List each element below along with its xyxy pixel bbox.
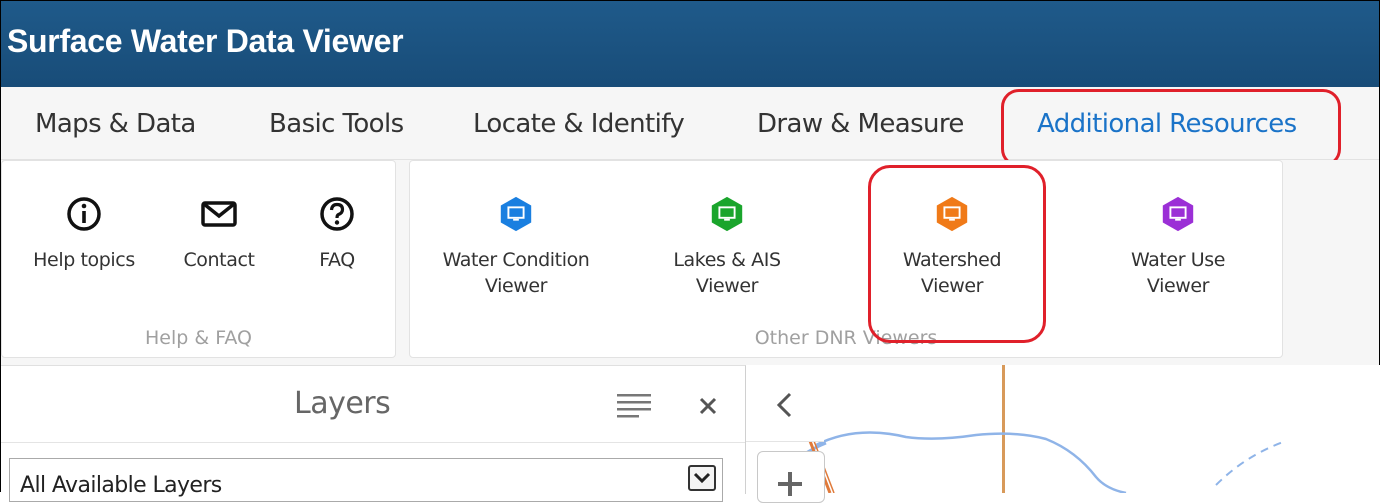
tab-additional-resources[interactable]: Additional Resources — [1037, 109, 1297, 139]
ribbon-tabs: Maps & Data Basic Tools Locate & Identif… — [1, 87, 1379, 160]
viewer-label-line1: Lakes & AIS — [673, 249, 781, 271]
layers-panel: Layers All Available Layers — [1, 365, 746, 502]
group-caption-viewers: Other DNR Viewers — [754, 327, 938, 349]
viewer-label-line1: Water Condition — [442, 249, 590, 271]
monitor-icon — [1162, 196, 1194, 232]
help-topics-label: Help topics — [33, 249, 135, 271]
layer-select[interactable]: All Available Layers — [9, 458, 723, 502]
divider — [1, 442, 745, 443]
tab-basic-tools[interactable]: Basic Tools — [269, 109, 404, 139]
viewer-label-line2: Viewer — [484, 275, 548, 297]
chevron-down-icon — [693, 472, 711, 484]
group-help-faq: Help topics Contact FAQ Help & FAQ — [1, 160, 396, 358]
select-arrow-button[interactable] — [688, 465, 716, 491]
tab-maps-data[interactable]: Maps & Data — [35, 109, 196, 139]
menu-icon[interactable] — [617, 394, 651, 418]
layers-title: Layers — [294, 386, 391, 421]
plus-icon — [778, 472, 802, 496]
ribbon-panel: Help topics Contact FAQ Help & FAQ Water… — [1, 160, 1379, 365]
contact-button[interactable]: Contact — [174, 195, 264, 273]
info-icon — [67, 197, 101, 231]
app-title: Surface Water Data Viewer — [7, 23, 404, 59]
map-canvas — [805, 365, 1287, 495]
question-icon — [320, 197, 354, 231]
viewer-label-line1: Water Use — [1130, 249, 1226, 271]
tab-draw-measure[interactable]: Draw & Measure — [757, 109, 964, 139]
close-icon[interactable] — [698, 396, 718, 416]
map-view[interactable] — [746, 365, 1380, 495]
app-header: Surface Water Data Viewer — [1, 1, 1379, 88]
monitor-icon — [500, 196, 532, 232]
tab-locate-identify[interactable]: Locate & Identify — [473, 109, 685, 139]
help-topics-button[interactable]: Help topics — [24, 195, 144, 273]
monitor-icon — [711, 196, 743, 232]
chevron-left-icon — [776, 392, 792, 418]
contact-label: Contact — [183, 249, 255, 271]
viewer-label-line1: Watershed — [902, 249, 1002, 271]
viewer-label-line2: Viewer — [1146, 275, 1210, 297]
lakes-ais-viewer-button[interactable]: Lakes & AIS Viewer — [642, 195, 812, 299]
viewer-label-line2: Viewer — [695, 275, 759, 297]
mail-icon — [201, 201, 237, 227]
group-other-viewers: Water Condition Viewer Lakes & AIS Viewer … — [409, 160, 1283, 358]
group-caption-help: Help & FAQ — [144, 327, 252, 349]
monitor-icon — [936, 196, 968, 232]
watershed-viewer-button[interactable]: Watershed Viewer — [876, 195, 1028, 299]
layer-select-value: All Available Layers — [20, 473, 222, 498]
viewer-label-line2: Viewer — [920, 275, 984, 297]
water-condition-viewer-button[interactable]: Water Condition Viewer — [424, 195, 608, 299]
collapse-panel-button[interactable] — [746, 365, 824, 442]
zoom-in-button[interactable] — [757, 451, 825, 503]
water-use-viewer-button[interactable]: Water Use Viewer — [1108, 195, 1248, 299]
faq-button[interactable]: FAQ — [302, 195, 372, 273]
faq-label: FAQ — [319, 249, 355, 271]
